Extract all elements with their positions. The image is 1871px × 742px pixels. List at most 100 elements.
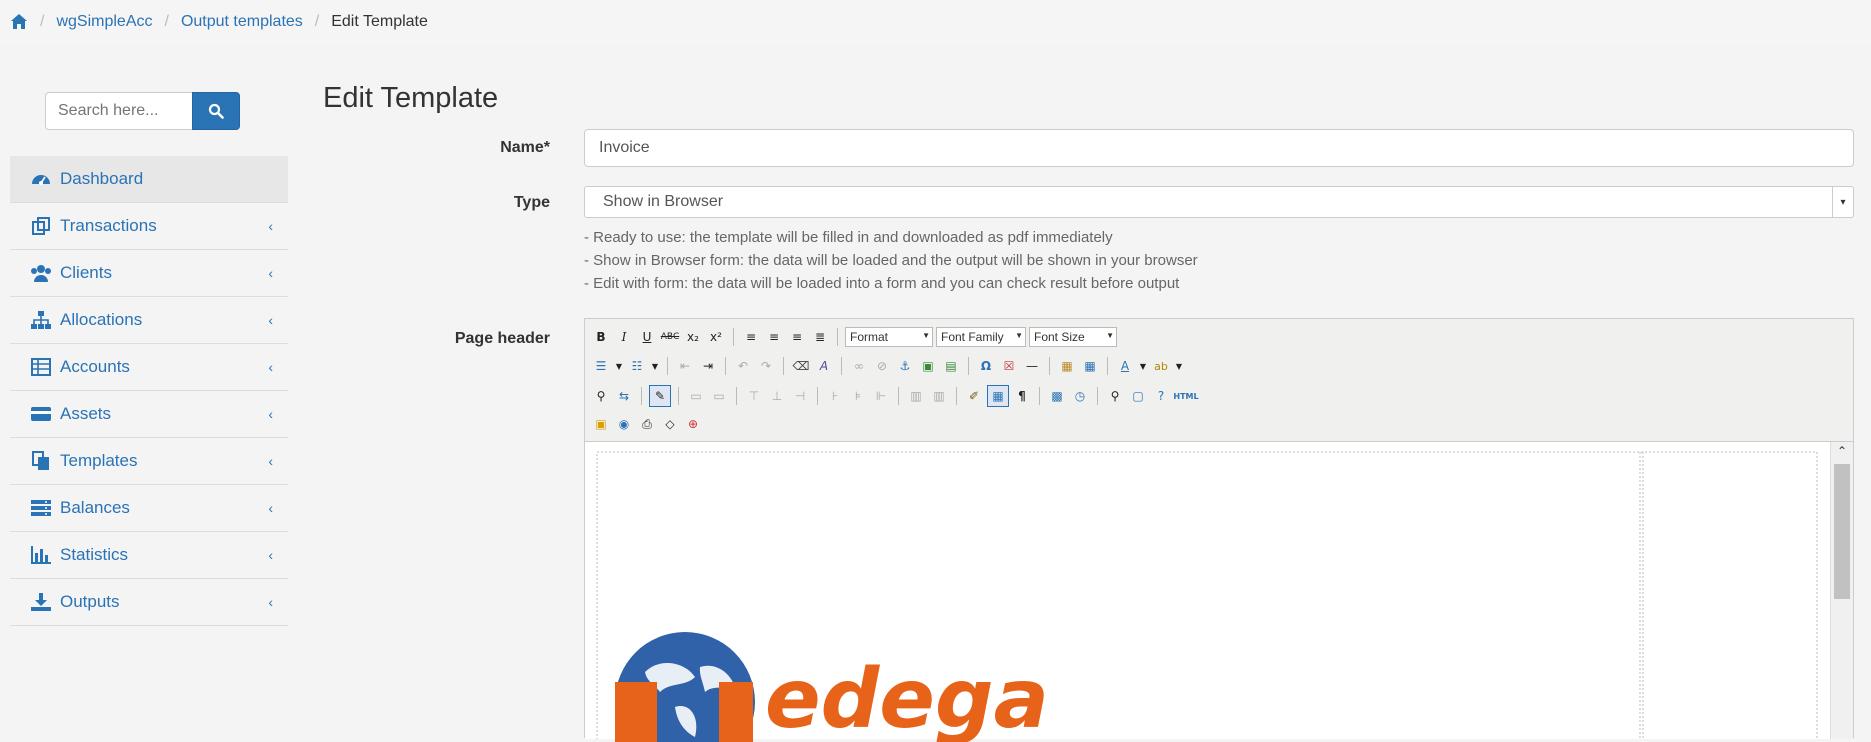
superscript-icon[interactable]: x²	[706, 327, 726, 347]
home-icon[interactable]	[10, 13, 28, 31]
cleanup-icon[interactable]: ✐	[964, 386, 984, 406]
split-cells-icon[interactable]: ▥	[929, 386, 949, 406]
eraser-icon[interactable]: ⌫	[791, 356, 811, 376]
language-flag-icon[interactable]: ⊕	[683, 414, 703, 434]
chevron-down-icon[interactable]: ▼	[1138, 356, 1148, 376]
bullet-list-icon[interactable]: ☰	[591, 356, 611, 376]
italic-icon[interactable]: I	[614, 327, 634, 347]
chevron-up-icon[interactable]: ⌃	[1831, 444, 1853, 458]
subscript-icon[interactable]: x₂	[683, 327, 703, 347]
find-icon[interactable]: ⚲	[591, 386, 611, 406]
table-row-before-icon[interactable]: ⊤	[744, 386, 764, 406]
search-input[interactable]	[45, 92, 192, 130]
preview-icon[interactable]: ⚲	[1105, 386, 1125, 406]
table-col-before-icon[interactable]: ⊦	[825, 386, 845, 406]
numbered-list-icon[interactable]: ☷	[627, 356, 647, 376]
sidebar-item-assets[interactable]: Assets ‹	[10, 391, 288, 438]
sidebar-item-balances[interactable]: Balances ‹	[10, 485, 288, 532]
globe-icon[interactable]: ◉	[614, 414, 634, 434]
name-input[interactable]: Invoice	[584, 129, 1854, 167]
indent-icon[interactable]: ⇥	[698, 356, 718, 376]
replace-icon[interactable]: ⇆	[614, 386, 634, 406]
toolbar-row: ▣ ◉ ⎙ ◇ ⊕	[591, 414, 703, 434]
visual-aid-icon[interactable]: ✎	[649, 385, 671, 407]
paste-text-icon[interactable]: ▦	[1057, 356, 1077, 376]
pilcrow-icon[interactable]: ¶	[1012, 386, 1032, 406]
format-dropdown[interactable]: Format ▼	[845, 327, 933, 347]
sidebar-item-label: Accounts	[60, 357, 130, 376]
table-icon[interactable]: ▦	[987, 385, 1009, 407]
text-color-icon[interactable]: A	[1115, 356, 1135, 376]
template-icon[interactable]: ▣	[591, 414, 611, 434]
anchor-icon[interactable]: ⚓	[895, 356, 915, 376]
sidebar-item-allocations[interactable]: Allocations ‹	[10, 297, 288, 344]
sidebar-item-dashboard[interactable]: Dashboard	[10, 156, 288, 203]
align-justify-icon[interactable]: ≣	[810, 327, 830, 347]
editor-toolbar: B I U ABC x₂ x² ≡ ≡ ≡ ≣ Format ▼ Font Fam…	[585, 319, 1853, 442]
bold-icon[interactable]: B	[591, 327, 611, 347]
table-row-after-icon[interactable]: ⊥	[767, 386, 787, 406]
undo-icon[interactable]: ↶	[733, 356, 753, 376]
horizontal-rule-icon[interactable]: —	[1022, 356, 1042, 376]
print-icon[interactable]: ⎙	[637, 414, 657, 434]
insert-date-icon[interactable]: ▩	[1047, 386, 1067, 406]
table-delete-row-icon[interactable]: ⊣	[790, 386, 810, 406]
toolbar-separator	[837, 328, 838, 346]
breadcrumb-link-output-templates[interactable]: Output templates	[181, 13, 303, 31]
table-delete-col-icon[interactable]: ⊩	[871, 386, 891, 406]
special-char-icon[interactable]: Ω	[976, 356, 996, 376]
emoticon-icon[interactable]: ☒	[999, 356, 1019, 376]
chevron-down-icon[interactable]: ▼	[650, 356, 660, 376]
fullscreen-icon[interactable]: ▢	[1128, 386, 1148, 406]
toolbar-separator	[667, 357, 668, 375]
toolbar-separator	[783, 357, 784, 375]
sidebar-item-transactions[interactable]: Transactions ‹	[10, 203, 288, 250]
font-family-dropdown[interactable]: Font Family ▼	[936, 327, 1026, 347]
company-logo: edega	[615, 627, 1065, 742]
absolute-icon[interactable]: ▭	[709, 386, 729, 406]
align-right-icon[interactable]: ≡	[787, 327, 807, 347]
align-left-icon[interactable]: ≡	[741, 327, 761, 347]
chevron-down-icon[interactable]: ▼	[614, 356, 624, 376]
unlink-icon[interactable]: ⊘	[872, 356, 892, 376]
insert-layer-icon[interactable]: ▭	[686, 386, 706, 406]
name-label: Name*	[500, 139, 550, 156]
font-size-dropdown[interactable]: Font Size ▼	[1029, 327, 1117, 347]
table-col-after-icon[interactable]: ⊧	[848, 386, 868, 406]
image-icon[interactable]: ▣	[918, 356, 938, 376]
strikethrough-icon[interactable]: ABC	[660, 327, 680, 347]
code-icon[interactable]: ◇	[660, 414, 680, 434]
chevron-down-icon[interactable]: ▼	[1174, 356, 1184, 376]
type-select[interactable]: Show in Browser ▾	[584, 186, 1854, 218]
clear-format-icon[interactable]: A	[814, 356, 834, 376]
toolbar-separator	[968, 357, 969, 375]
highlight-icon[interactable]: ab	[1151, 356, 1171, 376]
link-icon[interactable]: ∞	[849, 356, 869, 376]
editor-content[interactable]: edega	[585, 442, 1830, 742]
html-source-icon[interactable]: HTML	[1173, 386, 1198, 406]
toolbar-row: ☰ ▼ ☷ ▼ ⇤ ⇥ ↶ ↷ ⌫ A ∞ ⊘ ⚓ ▣ ▤ Ω ☒ — ▦ ▦	[591, 356, 1184, 376]
sidebar-item-clients[interactable]: Clients ‹	[10, 250, 288, 297]
insert-time-icon[interactable]: ◷	[1070, 386, 1090, 406]
sidebar-item-label: Dashboard	[60, 169, 144, 188]
sidebar-item-templates[interactable]: Templates ‹	[10, 438, 288, 485]
redo-icon[interactable]: ↷	[756, 356, 776, 376]
chevron-left-icon: ‹	[268, 500, 273, 516]
toolbar-row: ⚲ ⇆ ✎ ▭ ▭ ⊤ ⊥ ⊣ ⊦ ⊧ ⊩ ▥ ▥ ✐ ▦ ¶ ▩ ◷ ⚲ ▢ …	[591, 385, 1199, 407]
breadcrumb-link-app[interactable]: wgSimpleAcc	[56, 13, 152, 31]
editor-scrollbar[interactable]: ⌃	[1830, 442, 1853, 739]
media-icon[interactable]: ▤	[941, 356, 961, 376]
outdent-icon[interactable]: ⇤	[675, 356, 695, 376]
sidebar-item-accounts[interactable]: Accounts ‹	[10, 344, 288, 391]
help-icon[interactable]: ?	[1151, 386, 1171, 406]
sidebar-item-outputs[interactable]: Outputs ‹	[10, 579, 288, 626]
search-button[interactable]	[192, 92, 240, 130]
sidebar-item-statistics[interactable]: Statistics ‹	[10, 532, 288, 579]
underline-icon[interactable]: U	[637, 327, 657, 347]
chevron-left-icon: ‹	[268, 218, 273, 234]
scrollbar-thumb[interactable]	[1834, 464, 1850, 599]
merge-cells-icon[interactable]: ▥	[906, 386, 926, 406]
type-select-value: Show in Browser	[603, 193, 724, 210]
align-center-icon[interactable]: ≡	[764, 327, 784, 347]
paste-word-icon[interactable]: ▦	[1080, 356, 1100, 376]
